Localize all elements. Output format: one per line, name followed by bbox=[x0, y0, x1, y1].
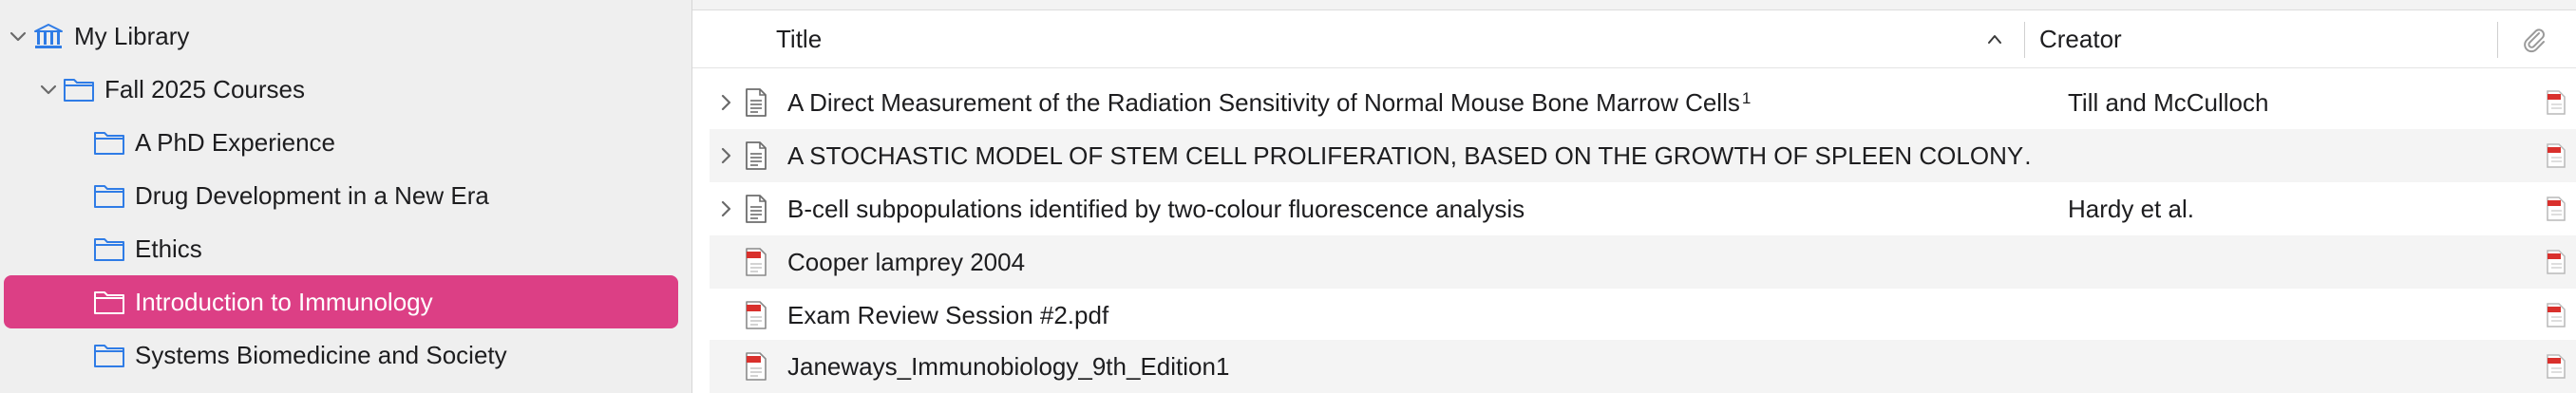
library-icon bbox=[34, 24, 63, 48]
sort-ascending-icon[interactable] bbox=[1986, 31, 2003, 47]
item-creator: Hardy et al. bbox=[2068, 194, 2194, 223]
collection-a-phd-experience[interactable]: A PhD Experience bbox=[0, 116, 692, 169]
folder-icon bbox=[94, 132, 124, 155]
pdf-attachment-icon[interactable] bbox=[2545, 89, 2567, 116]
item-creator: Till and McCulloch bbox=[2068, 87, 2269, 117]
pdf-icon bbox=[746, 352, 767, 381]
chevron-right-icon[interactable] bbox=[715, 198, 736, 219]
table-row[interactable]: A Direct Measurement of the Radiation Se… bbox=[710, 76, 2576, 129]
item-title: B-cell subpopulations identified by two-… bbox=[787, 182, 2034, 235]
item-title-text: A STOCHASTIC MODEL OF STEM CELL PROLIFER… bbox=[787, 140, 2034, 170]
item-title: A STOCHASTIC MODEL OF STEM CELL PROLIFER… bbox=[787, 129, 2034, 182]
folder-icon bbox=[94, 291, 124, 314]
attachment-column-icon[interactable] bbox=[2520, 26, 2548, 54]
folder-icon bbox=[94, 345, 124, 367]
column-creator-label: Creator bbox=[2039, 24, 2122, 53]
chevron-right-icon[interactable] bbox=[715, 145, 736, 166]
item-title-text: Cooper lamprey 2004 bbox=[787, 247, 1026, 276]
collection-label: Drug Development in a New Era bbox=[135, 180, 489, 210]
pdf-attachment-icon[interactable] bbox=[2545, 353, 2567, 380]
collection-introduction-to-immunology[interactable]: Introduction to Immunology bbox=[4, 275, 678, 328]
folder-icon bbox=[94, 238, 124, 261]
toolbar-edge bbox=[692, 0, 2576, 10]
collections-sidebar: My Library Fall 2025 Courses A PhD Exper… bbox=[0, 0, 692, 393]
library-row[interactable]: My Library bbox=[0, 9, 692, 63]
folder-icon bbox=[94, 185, 124, 208]
pdf-attachment-icon[interactable] bbox=[2545, 249, 2567, 275]
item-title-superscript: 1 bbox=[1741, 89, 1752, 107]
column-header-bar: Title Creator bbox=[692, 10, 2576, 68]
pdf-icon bbox=[746, 248, 767, 276]
items-pane: Title Creator A Direct Measurement of th… bbox=[692, 0, 2576, 393]
chevron-down-icon[interactable] bbox=[38, 79, 59, 100]
item-title-text: A Direct Measurement of the Radiation Se… bbox=[787, 87, 1740, 117]
table-row[interactable]: Janeways_Immunobiology_9th_Edition1 bbox=[710, 340, 2576, 393]
library-label: My Library bbox=[74, 21, 190, 50]
collection-label: Ethics bbox=[135, 234, 202, 263]
folder-icon bbox=[64, 79, 94, 102]
collection-label: Systems Biomedicine and Society bbox=[135, 340, 507, 369]
chevron-down-icon[interactable] bbox=[8, 26, 28, 47]
pdf-attachment-icon[interactable] bbox=[2545, 302, 2567, 328]
document-icon bbox=[746, 141, 767, 170]
item-title: Exam Review Session #2.pdf bbox=[787, 289, 2034, 342]
pdf-attachment-icon[interactable] bbox=[2545, 196, 2567, 222]
item-title: Cooper lamprey 2004 bbox=[787, 235, 2034, 289]
collection-drug-development[interactable]: Drug Development in a New Era bbox=[0, 169, 692, 222]
table-row[interactable]: Cooper lamprey 2004 bbox=[710, 235, 2576, 289]
collection-label: Fall 2025 Courses bbox=[104, 74, 305, 103]
column-divider[interactable] bbox=[2024, 22, 2025, 58]
item-title-text: B-cell subpopulations identified by two-… bbox=[787, 194, 1525, 223]
column-header-title[interactable]: Title bbox=[776, 10, 2001, 67]
collection-ethics[interactable]: Ethics bbox=[0, 222, 692, 275]
collection-label: Introduction to Immunology bbox=[135, 287, 433, 316]
pdf-attachment-icon[interactable] bbox=[2545, 142, 2567, 169]
table-row[interactable]: A STOCHASTIC MODEL OF STEM CELL PROLIFER… bbox=[710, 129, 2576, 182]
column-divider[interactable] bbox=[2497, 22, 2498, 58]
chevron-right-icon[interactable] bbox=[715, 92, 736, 113]
column-header-creator[interactable]: Creator bbox=[2039, 10, 2419, 67]
table-row[interactable]: Exam Review Session #2.pdf bbox=[710, 289, 2576, 342]
collection-systems-biomedicine[interactable]: Systems Biomedicine and Society bbox=[0, 328, 692, 382]
collection-label: A PhD Experience bbox=[135, 127, 336, 157]
column-title-label: Title bbox=[776, 24, 823, 53]
item-title-text: Janeways_Immunobiology_9th_Edition1 bbox=[787, 351, 1230, 381]
item-title: Janeways_Immunobiology_9th_Edition1 bbox=[787, 340, 2034, 393]
item-title: A Direct Measurement of the Radiation Se… bbox=[787, 76, 2034, 129]
item-title-text: Exam Review Session #2.pdf bbox=[787, 300, 1109, 329]
document-icon bbox=[746, 88, 767, 117]
collection-fall-2025-courses[interactable]: Fall 2025 Courses bbox=[0, 63, 692, 116]
document-icon bbox=[746, 195, 767, 223]
pdf-icon bbox=[746, 301, 767, 329]
table-row[interactable]: B-cell subpopulations identified by two-… bbox=[710, 182, 2576, 235]
